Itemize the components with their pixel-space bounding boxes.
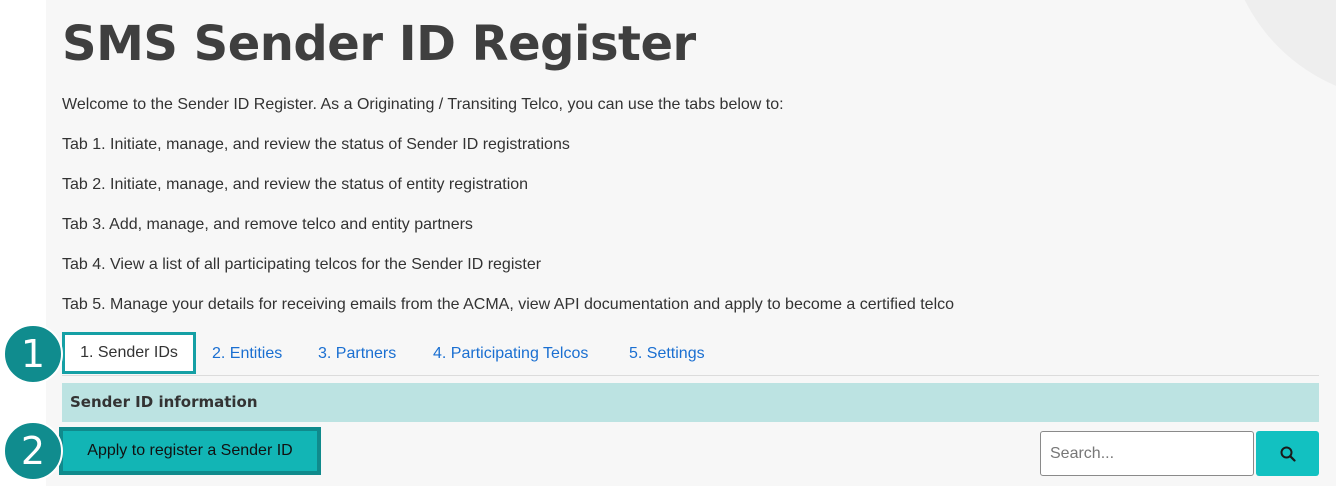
- decorative-circle: [1226, 0, 1336, 100]
- tab-description-1: Tab 1. Initiate, manage, and review the …: [62, 136, 570, 153]
- tab-bar: 1. Sender IDs 2. Entities 3. Partners 4.…: [62, 332, 1319, 376]
- annotation-badge-2: 2: [3, 421, 63, 481]
- search-input[interactable]: [1040, 431, 1254, 476]
- page-title: SMS Sender ID Register: [62, 16, 696, 72]
- search-icon: [1280, 446, 1296, 462]
- tab-description-2: Tab 2. Initiate, manage, and review the …: [62, 176, 529, 193]
- search-button[interactable]: [1256, 431, 1319, 476]
- tab-description-5: Tab 5. Manage your details for receiving…: [62, 296, 955, 313]
- tab-description-4: Tab 4. View a list of all participating …: [62, 256, 542, 273]
- tab-description-3: Tab 3. Add, manage, and remove telco and…: [62, 216, 473, 233]
- tab-settings[interactable]: 5. Settings: [629, 332, 705, 375]
- tab-sender-ids[interactable]: 1. Sender IDs: [62, 332, 196, 374]
- tab-partners[interactable]: 3. Partners: [318, 332, 396, 375]
- intro-text: Welcome to the Sender ID Register. As a …: [62, 96, 784, 113]
- section-header: Sender ID information: [62, 383, 1319, 422]
- tab-participating-telcos[interactable]: 4. Participating Telcos: [433, 332, 588, 375]
- annotation-badge-1: 1: [3, 324, 63, 384]
- apply-register-sender-id-button[interactable]: Apply to register a Sender ID: [59, 427, 321, 475]
- tab-entities[interactable]: 2. Entities: [212, 332, 282, 375]
